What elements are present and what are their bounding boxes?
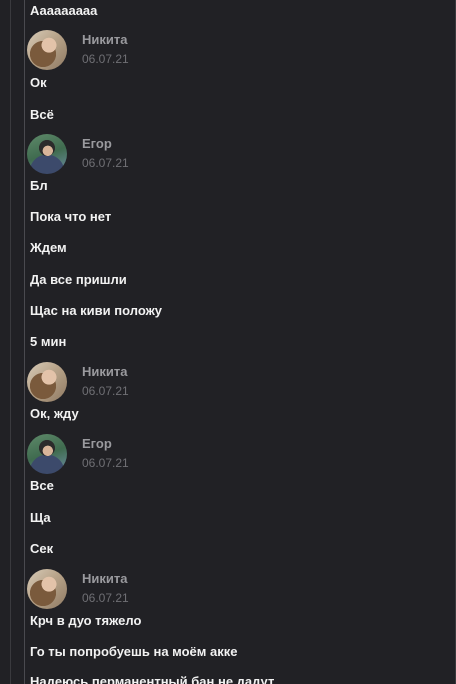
user-avatar-icon[interactable]: [27, 569, 67, 609]
thread-rail-outer: [10, 0, 11, 684]
message-text: Все: [30, 478, 54, 493]
message-text: Ща: [30, 510, 51, 525]
message-text: Бл: [30, 178, 48, 193]
user-avatar-icon[interactable]: [27, 362, 67, 402]
message-text: Да все пришли: [30, 272, 127, 287]
author-name[interactable]: Егор: [82, 436, 112, 452]
message-text: Ок: [30, 75, 47, 90]
message-group-header: Егор 06.07.21: [27, 134, 327, 176]
author-name[interactable]: Никита: [82, 364, 127, 380]
user-avatar-icon[interactable]: [27, 434, 67, 474]
message-date: 06.07.21: [82, 52, 129, 66]
message-text: Крч в дуо тяжело: [30, 613, 142, 628]
message-text: Ок, жду: [30, 406, 79, 421]
message-text: Пока что нет: [30, 209, 112, 224]
message-text: Ждем: [30, 240, 67, 255]
message-text: 5 мин: [30, 334, 67, 349]
author-name[interactable]: Никита: [82, 32, 127, 48]
message-group-header: Никита 06.07.21: [27, 362, 327, 404]
user-avatar-icon[interactable]: [27, 30, 67, 70]
message-date: 06.07.21: [82, 156, 129, 170]
author-name[interactable]: Егор: [82, 136, 112, 152]
message-text: Всё: [30, 107, 54, 122]
message-text: Го ты попробуешь на моём акке: [30, 644, 238, 659]
message-text: Сек: [30, 541, 54, 556]
message-date: 06.07.21: [82, 456, 129, 470]
author-name[interactable]: Никита: [82, 571, 127, 587]
user-avatar-icon[interactable]: [27, 134, 67, 174]
message-group-header: Никита 06.07.21: [27, 569, 327, 611]
message-group-header: Егор 06.07.21: [27, 434, 327, 476]
message-group-header: Никита 06.07.21: [27, 30, 327, 72]
message-text: Надеюсь перманентный бан не дадут: [30, 674, 275, 684]
message-date: 06.07.21: [82, 384, 129, 398]
message-text: Щас на киви положу: [30, 303, 163, 318]
message-date: 06.07.21: [82, 591, 129, 605]
thread-rail-inner: [24, 0, 25, 684]
message-text: Ааааааааа: [30, 3, 98, 18]
chat-history-panel: Ааааааааа Никита 06.07.21 Ок Всё Егор 06…: [0, 0, 456, 684]
